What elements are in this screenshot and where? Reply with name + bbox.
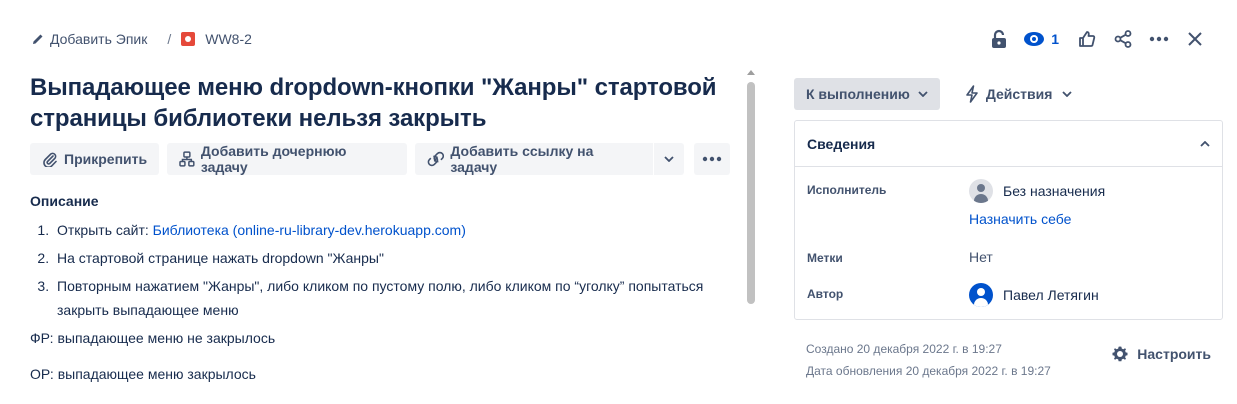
- step1-text: Открыть сайт:: [57, 222, 153, 238]
- add-link-button[interactable]: Добавить ссылку на задачу: [414, 143, 653, 175]
- close-icon[interactable]: [1177, 24, 1213, 54]
- assignee-field[interactable]: Без назначения Назначить себе: [969, 173, 1105, 227]
- configure-label: Настроить: [1137, 346, 1211, 362]
- actual-result: ФР: выпадающее меню не закрылось: [30, 330, 276, 346]
- issue-toolbar: Прикрепить Добавить дочернюю задачу Доба…: [30, 143, 730, 175]
- breadcrumb-separator: /: [167, 31, 172, 47]
- add-epic-label: Добавить Эпик: [50, 31, 148, 47]
- watch-count: 1: [1051, 31, 1059, 47]
- list-item: Повторным нажатием "Жанры", либо кликом …: [53, 274, 730, 322]
- updated-date: Дата обновления 20 декабря 2022 г. в 19:…: [806, 364, 1051, 378]
- list-item: Открыть сайт: Библиотека (online-ru-libr…: [53, 218, 730, 242]
- pencil-icon: [33, 34, 43, 44]
- more-icon[interactable]: [1141, 24, 1177, 54]
- add-link-label: Добавить ссылку на задачу: [450, 143, 594, 175]
- issue-key-link[interactable]: WW8-2: [205, 31, 252, 47]
- issue-sidebar: К выполнению Действия Сведения Исполните…: [794, 78, 1223, 382]
- lock-icon[interactable]: [981, 24, 1017, 54]
- reporter-value[interactable]: Павел Летягин: [969, 281, 1099, 309]
- labels-value[interactable]: Нет: [969, 241, 993, 265]
- more-icon: [702, 156, 722, 162]
- chevron-down-icon: [664, 156, 674, 162]
- breadcrumb: Добавить Эпик / WW8-2: [32, 29, 252, 49]
- attach-label: Прикрепить: [64, 151, 148, 167]
- labels-row: Метки Нет: [807, 241, 1210, 265]
- reporter-name: Павел Летягин: [1003, 287, 1099, 303]
- details-body: Исполнитель Без назначения Назначить себ…: [795, 167, 1222, 319]
- issue-dates: Создано 20 декабря 2022 г. в 19:27 Дата …: [794, 338, 1223, 382]
- assign-to-me-link[interactable]: Назначить себе: [969, 211, 1105, 227]
- watch-button[interactable]: 1: [1017, 24, 1065, 54]
- labels-label: Метки: [807, 251, 843, 265]
- hierarchy-icon: [179, 151, 195, 167]
- add-child-label: Добавить дочернюю задачу: [200, 143, 347, 175]
- chevron-down-icon: [918, 91, 928, 97]
- status-label: К выполнению: [806, 86, 910, 102]
- library-link[interactable]: Библиотека (online-ru-library-dev.heroku…: [153, 222, 466, 238]
- scroll-up-arrow-icon[interactable]: [747, 70, 755, 75]
- toolbar-more-button[interactable]: [694, 143, 730, 175]
- add-child-button[interactable]: Добавить дочернюю задачу: [167, 143, 407, 175]
- chevron-down-icon: [1062, 91, 1073, 97]
- chevron-up-icon[interactable]: [1200, 140, 1210, 147]
- avatar: [969, 283, 993, 307]
- add-link-dropdown[interactable]: [654, 143, 684, 175]
- status-row: К выполнению Действия: [794, 78, 1223, 110]
- created-date: Создано 20 декабря 2022 г. в 19:27: [806, 342, 1002, 356]
- scrollbar[interactable]: [745, 70, 757, 404]
- issue-main: Выпадающее меню dropdown-кнопки "Жанры" …: [30, 72, 730, 384]
- link-icon: [427, 151, 444, 167]
- attach-button[interactable]: Прикрепить: [30, 143, 160, 175]
- assignee-label: Исполнитель: [807, 183, 887, 197]
- share-icon[interactable]: [1105, 24, 1141, 54]
- details-panel: Сведения Исполнитель Без назначения Назн…: [794, 120, 1223, 320]
- dates-block: Создано 20 декабря 2022 г. в 19:27 Дата …: [806, 338, 1051, 382]
- list-item: На стартовой странице нажать dropdown "Ж…: [53, 246, 730, 270]
- avatar: [969, 179, 993, 203]
- scrollbar-thumb[interactable]: [747, 82, 755, 304]
- description-heading: Описание: [30, 193, 99, 209]
- steps-list[interactable]: Открыть сайт: Библиотека (online-ru-libr…: [30, 218, 730, 322]
- configure-button[interactable]: Настроить: [1111, 342, 1223, 366]
- issue-title[interactable]: Выпадающее меню dropdown-кнопки "Жанры" …: [30, 72, 730, 134]
- paperclip-icon: [43, 152, 57, 167]
- lightning-icon: [966, 85, 978, 103]
- details-header[interactable]: Сведения: [795, 121, 1222, 167]
- like-icon[interactable]: [1069, 24, 1105, 54]
- actions-label: Действия: [985, 86, 1053, 102]
- add-link-group: Добавить ссылку на задачу: [414, 143, 684, 175]
- assignee-name: Без назначения: [1003, 183, 1106, 199]
- details-title: Сведения: [807, 135, 876, 152]
- bug-icon: [181, 32, 196, 46]
- expected-result: ОР: выпадающее меню закрылось: [30, 366, 256, 382]
- eye-icon: [1024, 32, 1045, 46]
- issue-header-actions: 1: [981, 24, 1213, 54]
- reporter-label: Автор: [807, 287, 844, 301]
- reporter-row: Автор Павел Летягин: [807, 281, 1210, 309]
- add-epic-link[interactable]: Добавить Эпик: [32, 31, 147, 47]
- status-button[interactable]: К выполнению: [794, 78, 940, 110]
- assignee-value[interactable]: Без назначения: [969, 173, 1105, 209]
- gear-icon: [1112, 346, 1128, 362]
- actions-button[interactable]: Действия: [954, 78, 1083, 110]
- assignee-row: Исполнитель Без назначения Назначить себ…: [807, 173, 1210, 227]
